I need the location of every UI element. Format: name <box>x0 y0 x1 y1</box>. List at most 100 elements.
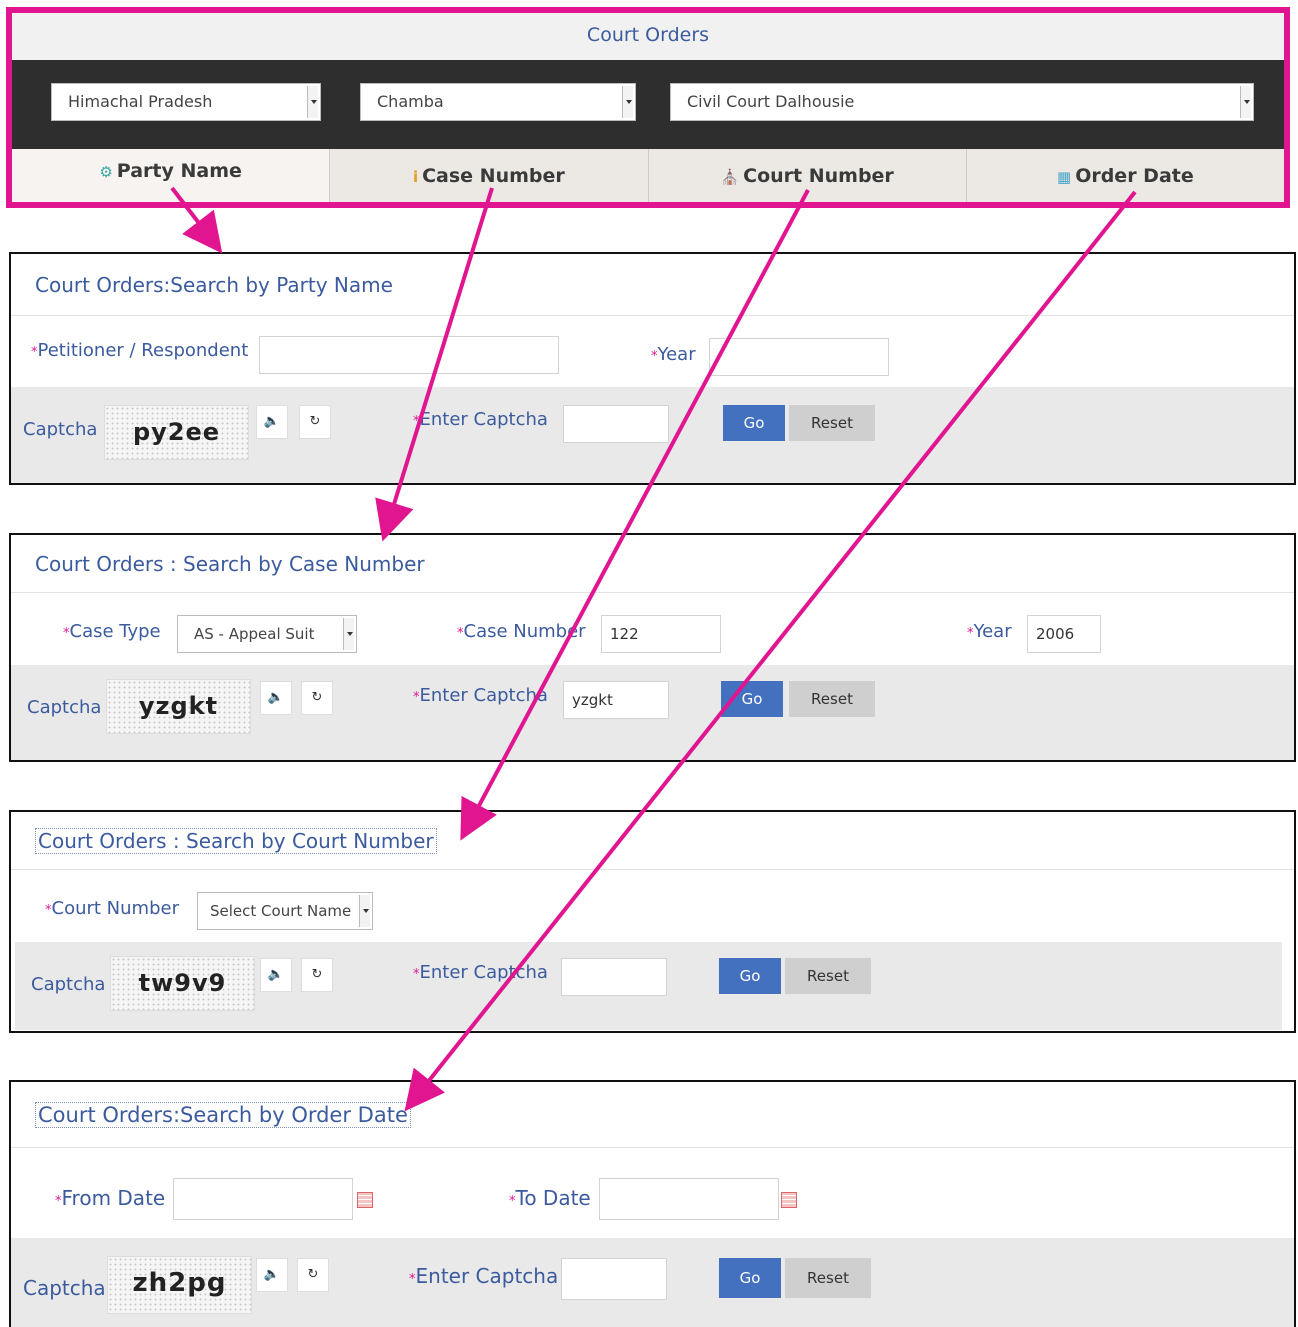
enter-captcha-label: *Enter Captcha <box>413 962 548 983</box>
captcha-label: Captcha <box>23 419 98 440</box>
captcha-row: Captcha py2ee 🔈 ↻ *Enter Captcha Go Rese… <box>11 387 1294 483</box>
year-label: *Year <box>967 621 1012 642</box>
speaker-icon[interactable]: 🔈 <box>256 405 288 439</box>
bank-icon: ⛪ <box>720 168 740 186</box>
captcha-image: zh2pg <box>107 1256 252 1314</box>
captcha-row: Captcha tw9v9 🔈 ↻ *Enter Captcha Go Rese… <box>15 942 1282 1030</box>
calendar-icon: ▦ <box>1057 168 1072 186</box>
court-name-select-value: Select Court Name <box>210 902 352 920</box>
court-number-panel-title: Court Orders : Search by Court Number <box>35 828 437 854</box>
year-input[interactable]: 2006 <box>1027 615 1101 653</box>
to-date-label-text: To Date <box>515 1186 591 1210</box>
location-selects-bar: Himachal Pradesh Chamba Civil Court Dalh… <box>12 60 1284 149</box>
tab-label: Party Name <box>116 160 242 182</box>
case-type-label-text: Case Type <box>69 621 161 642</box>
info-icon: i <box>412 168 419 186</box>
captcha-label: Captcha <box>23 1276 106 1300</box>
panel-title: Court Orders : Search by Case Number <box>11 535 1294 593</box>
page-title: Court Orders <box>12 13 1284 60</box>
district-select[interactable]: Chamba <box>360 83 636 121</box>
reset-button[interactable]: Reset <box>789 681 875 717</box>
go-button[interactable]: Go <box>719 958 781 994</box>
year-label-text: Year <box>973 621 1012 642</box>
refresh-icon[interactable]: ↻ <box>297 1258 329 1292</box>
case-type-select-value: AS - Appeal Suit <box>194 625 315 643</box>
to-date-input[interactable] <box>599 1178 779 1220</box>
district-select-value: Chamba <box>377 92 444 111</box>
party-name-fields-row: *Petitioner / Respondent *Year <box>11 316 1294 386</box>
case-number-fields-row: *Case Type AS - Appeal Suit *Case Number… <box>11 593 1294 663</box>
captcha-row: Captcha yzgkt 🔈 ↻ *Enter Captcha yzgkt G… <box>11 665 1294 760</box>
court-number-label: *Court Number <box>45 898 179 919</box>
tab-case-number[interactable]: i Case Number <box>330 149 649 202</box>
refresh-icon[interactable]: ↻ <box>299 405 331 439</box>
tab-court-number[interactable]: ⛪ Court Number <box>649 149 967 202</box>
captcha-input[interactable] <box>563 405 669 443</box>
tab-label: Order Date <box>1075 165 1194 187</box>
case-number-panel-title: Court Orders : Search by Case Number <box>35 552 425 576</box>
tab-label: Case Number <box>422 165 565 187</box>
tab-order-date[interactable]: ▦ Order Date <box>967 149 1284 202</box>
case-number-label-text: Case Number <box>463 621 586 642</box>
case-type-label: *Case Type <box>63 621 161 642</box>
enter-captcha-label: *Enter Captcha <box>413 409 548 430</box>
enter-captcha-label-text: Enter Captcha <box>419 685 548 706</box>
enter-captcha-label-text: Enter Captcha <box>419 962 548 983</box>
case-number-label: *Case Number <box>457 621 586 642</box>
court-number-fields-row: *Court Number Select Court Name <box>11 870 1294 940</box>
enter-captcha-label-text: Enter Captcha <box>419 409 548 430</box>
from-date-input[interactable] <box>173 1178 353 1220</box>
go-button[interactable]: Go <box>723 405 785 441</box>
tab-label: Court Number <box>743 165 894 187</box>
captcha-input[interactable] <box>561 958 667 996</box>
go-button[interactable]: Go <box>719 1258 781 1298</box>
court-number-panel: Court Orders : Search by Court Number *C… <box>9 810 1296 1033</box>
court-orders-header-box: Court Orders Himachal Pradesh Chamba Civ… <box>6 7 1290 208</box>
refresh-icon[interactable]: ↻ <box>301 958 333 992</box>
year-label-text: Year <box>657 344 696 365</box>
calendar-icon[interactable] <box>357 1192 373 1208</box>
captcha-image: yzgkt <box>106 679 251 734</box>
captcha-input[interactable] <box>561 1258 667 1300</box>
from-date-label: *From Date <box>55 1186 165 1210</box>
chevron-down-icon <box>359 895 370 927</box>
captcha-image: py2ee <box>104 405 249 460</box>
court-complex-select-value: Civil Court Dalhousie <box>687 92 855 111</box>
case-number-input[interactable]: 122 <box>601 615 721 653</box>
from-date-label-text: From Date <box>61 1186 166 1210</box>
speaker-icon[interactable]: 🔈 <box>260 681 292 715</box>
captcha-image: tw9v9 <box>110 956 255 1011</box>
order-date-panel: Court Orders:Search by Order Date *From … <box>9 1080 1296 1327</box>
court-name-select[interactable]: Select Court Name <box>197 892 373 930</box>
tab-party-name[interactable]: ⚙ Party Name <box>12 149 331 202</box>
order-date-fields-row: *From Date *To Date <box>11 1148 1294 1234</box>
petitioner-label: *Petitioner / Respondent <box>31 340 248 361</box>
court-complex-select[interactable]: Civil Court Dalhousie <box>670 83 1254 121</box>
panel-title: Court Orders:Search by Order Date <box>11 1082 1294 1148</box>
calendar-icon[interactable] <box>781 1192 797 1208</box>
speaker-icon[interactable]: 🔈 <box>256 1258 288 1292</box>
state-select[interactable]: Himachal Pradesh <box>51 83 321 121</box>
chevron-down-icon <box>622 86 633 118</box>
reset-button[interactable]: Reset <box>785 958 871 994</box>
go-button[interactable]: Go <box>721 681 783 717</box>
reset-button[interactable]: Reset <box>785 1258 871 1298</box>
case-number-panel: Court Orders : Search by Case Number *Ca… <box>9 533 1296 762</box>
refresh-icon[interactable]: ↻ <box>301 681 333 715</box>
enter-captcha-label-text: Enter Captcha <box>415 1264 559 1288</box>
speaker-icon[interactable]: 🔈 <box>260 958 292 992</box>
reset-button[interactable]: Reset <box>789 405 875 441</box>
captcha-label: Captcha <box>31 974 106 995</box>
captcha-label: Captcha <box>27 697 102 718</box>
panel-title: Court Orders : Search by Court Number <box>11 812 1294 870</box>
chevron-down-icon <box>1240 86 1251 118</box>
petitioner-label-text: Petitioner / Respondent <box>37 340 249 361</box>
panel-title: Court Orders:Search by Party Name <box>11 254 1294 316</box>
court-number-label-text: Court Number <box>51 898 179 919</box>
chevron-down-icon <box>343 618 354 650</box>
captcha-input[interactable]: yzgkt <box>563 681 669 719</box>
year-input[interactable] <box>709 338 889 376</box>
case-type-select[interactable]: AS - Appeal Suit <box>177 615 357 653</box>
enter-captcha-label: *Enter Captcha <box>413 685 548 706</box>
petitioner-input[interactable] <box>259 336 559 374</box>
